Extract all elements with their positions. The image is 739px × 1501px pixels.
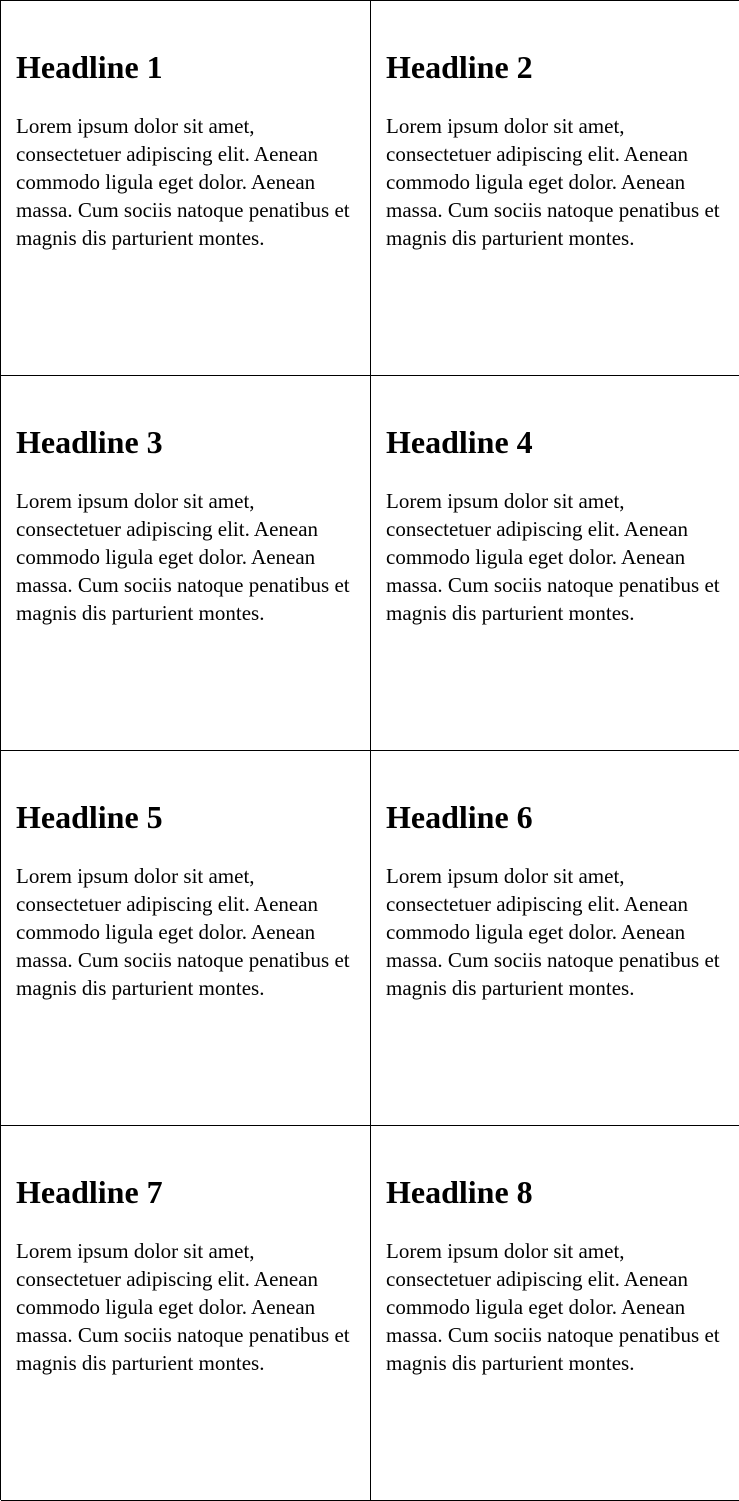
cell-headline: Headline 3	[16, 424, 163, 460]
grid-cell-1: Headline 1 Lorem ipsum dolor sit amet, c…	[1, 1, 371, 376]
headline-grid: Headline 1 Lorem ipsum dolor sit amet, c…	[0, 0, 739, 1501]
grid-cell-5: Headline 5 Lorem ipsum dolor sit amet, c…	[1, 751, 371, 1126]
cell-body-text: Lorem ipsum dolor sit amet, consectetuer…	[386, 864, 720, 1000]
grid-cell-3: Headline 3 Lorem ipsum dolor sit amet, c…	[1, 376, 371, 751]
cell-headline: Headline 2	[386, 49, 533, 85]
cell-body-text: Lorem ipsum dolor sit amet, consectetuer…	[16, 864, 350, 1000]
cell-headline: Headline 8	[386, 1174, 533, 1210]
cell-body-text: Lorem ipsum dolor sit amet, consectetuer…	[16, 114, 350, 250]
cell-body-text: Lorem ipsum dolor sit amet, consectetuer…	[386, 114, 720, 250]
grid-cell-7: Headline 7 Lorem ipsum dolor sit amet, c…	[1, 1126, 371, 1501]
cell-body-text: Lorem ipsum dolor sit amet, consectetuer…	[16, 489, 350, 625]
cell-body-text: Lorem ipsum dolor sit amet, consectetuer…	[386, 1239, 720, 1375]
cell-headline: Headline 7	[16, 1174, 163, 1210]
cell-headline: Headline 4	[386, 424, 533, 460]
cell-headline: Headline 1	[16, 49, 163, 85]
grid-cell-4: Headline 4 Lorem ipsum dolor sit amet, c…	[371, 376, 739, 751]
cell-headline: Headline 6	[386, 799, 533, 835]
cell-headline: Headline 5	[16, 799, 163, 835]
grid-cell-8: Headline 8 Lorem ipsum dolor sit amet, c…	[371, 1126, 739, 1501]
cell-body-text: Lorem ipsum dolor sit amet, consectetuer…	[16, 1239, 350, 1375]
cell-body-text: Lorem ipsum dolor sit amet, consectetuer…	[386, 489, 720, 625]
grid-cell-6: Headline 6 Lorem ipsum dolor sit amet, c…	[371, 751, 739, 1126]
grid-cell-2: Headline 2 Lorem ipsum dolor sit amet, c…	[371, 1, 739, 376]
